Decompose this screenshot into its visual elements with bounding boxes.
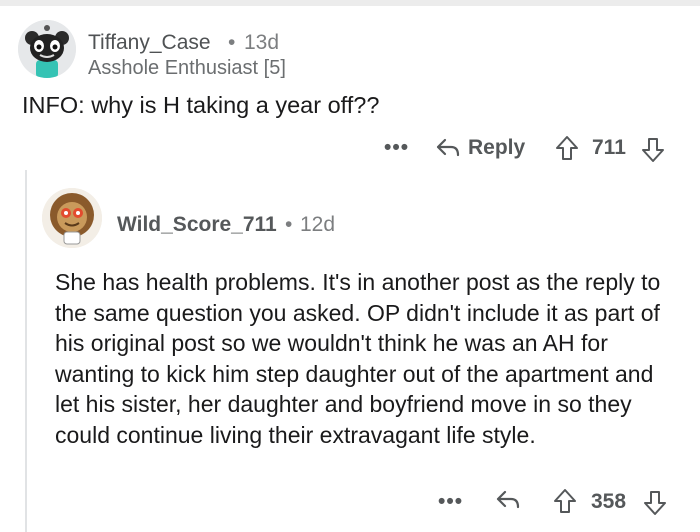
upvote-icon[interactable] (555, 135, 579, 161)
meta-separator: • (285, 213, 293, 236)
downvote-icon[interactable] (643, 490, 667, 516)
user-avatar[interactable] (18, 20, 76, 78)
thread-line[interactable] (25, 170, 27, 532)
user-avatar[interactable] (42, 188, 102, 248)
upvote-icon[interactable] (553, 488, 577, 514)
vote-score: 711 (592, 136, 626, 159)
top-divider (0, 0, 700, 6)
comment-age: 13d (244, 31, 280, 54)
downvote-icon[interactable] (641, 137, 665, 163)
avatar-snoo-icon (18, 20, 76, 78)
comment-age: 12d (300, 213, 336, 236)
comment-body: INFO: why is H taking a year off?? (22, 92, 380, 118)
vote-score: 358 (591, 490, 627, 513)
comment-author[interactable]: Wild_Score_711 (117, 213, 277, 237)
comment-author[interactable]: Tiffany_Case (88, 31, 211, 55)
comment-body: She has health problems. It's in another… (55, 269, 661, 448)
user-flair: Asshole Enthusiast [5] (88, 57, 286, 79)
more-options-button[interactable]: ••• (438, 490, 463, 514)
more-options-button[interactable]: ••• (384, 136, 409, 160)
meta-separator: • (228, 31, 236, 54)
reply-icon[interactable] (496, 489, 520, 511)
reply-label: Reply (468, 136, 526, 159)
avatar-lion-icon (42, 188, 102, 248)
reply-icon (436, 137, 460, 159)
